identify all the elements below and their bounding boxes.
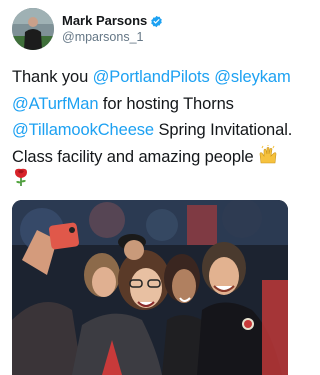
mention-link[interactable]: @sleykam bbox=[214, 68, 291, 86]
raised-hands-emoji-icon bbox=[258, 143, 278, 174]
tweet-text-segment: for hosting Thorns bbox=[98, 94, 234, 113]
name-row: Mark Parsons bbox=[62, 13, 163, 29]
rose-emoji-icon bbox=[12, 167, 30, 187]
author-handle[interactable]: @mparsons_1 bbox=[62, 29, 163, 45]
mention-link[interactable]: @PortlandPilots bbox=[93, 68, 210, 86]
tweet-card: Mark Parsons @mparsons_1 Thank you @Port… bbox=[0, 0, 300, 375]
selfie-photo bbox=[12, 200, 288, 375]
tweet-header: Mark Parsons @mparsons_1 bbox=[12, 6, 288, 52]
tweet-text-segment: Thank you bbox=[12, 68, 93, 86]
tweet-text: Thank you @PortlandPilots @sleykam @ATur… bbox=[12, 64, 294, 173]
author-names: Mark Parsons @mparsons_1 bbox=[62, 13, 163, 45]
mention-link[interactable]: @ATurfMan bbox=[12, 95, 99, 113]
author-avatar[interactable] bbox=[12, 8, 54, 50]
tweet-photo[interactable] bbox=[12, 200, 288, 375]
avatar-image bbox=[12, 8, 54, 50]
verified-badge-icon bbox=[150, 15, 163, 28]
mention-link[interactable]: @TillamookCheese bbox=[12, 121, 154, 139]
author-display-name[interactable]: Mark Parsons bbox=[62, 13, 147, 29]
